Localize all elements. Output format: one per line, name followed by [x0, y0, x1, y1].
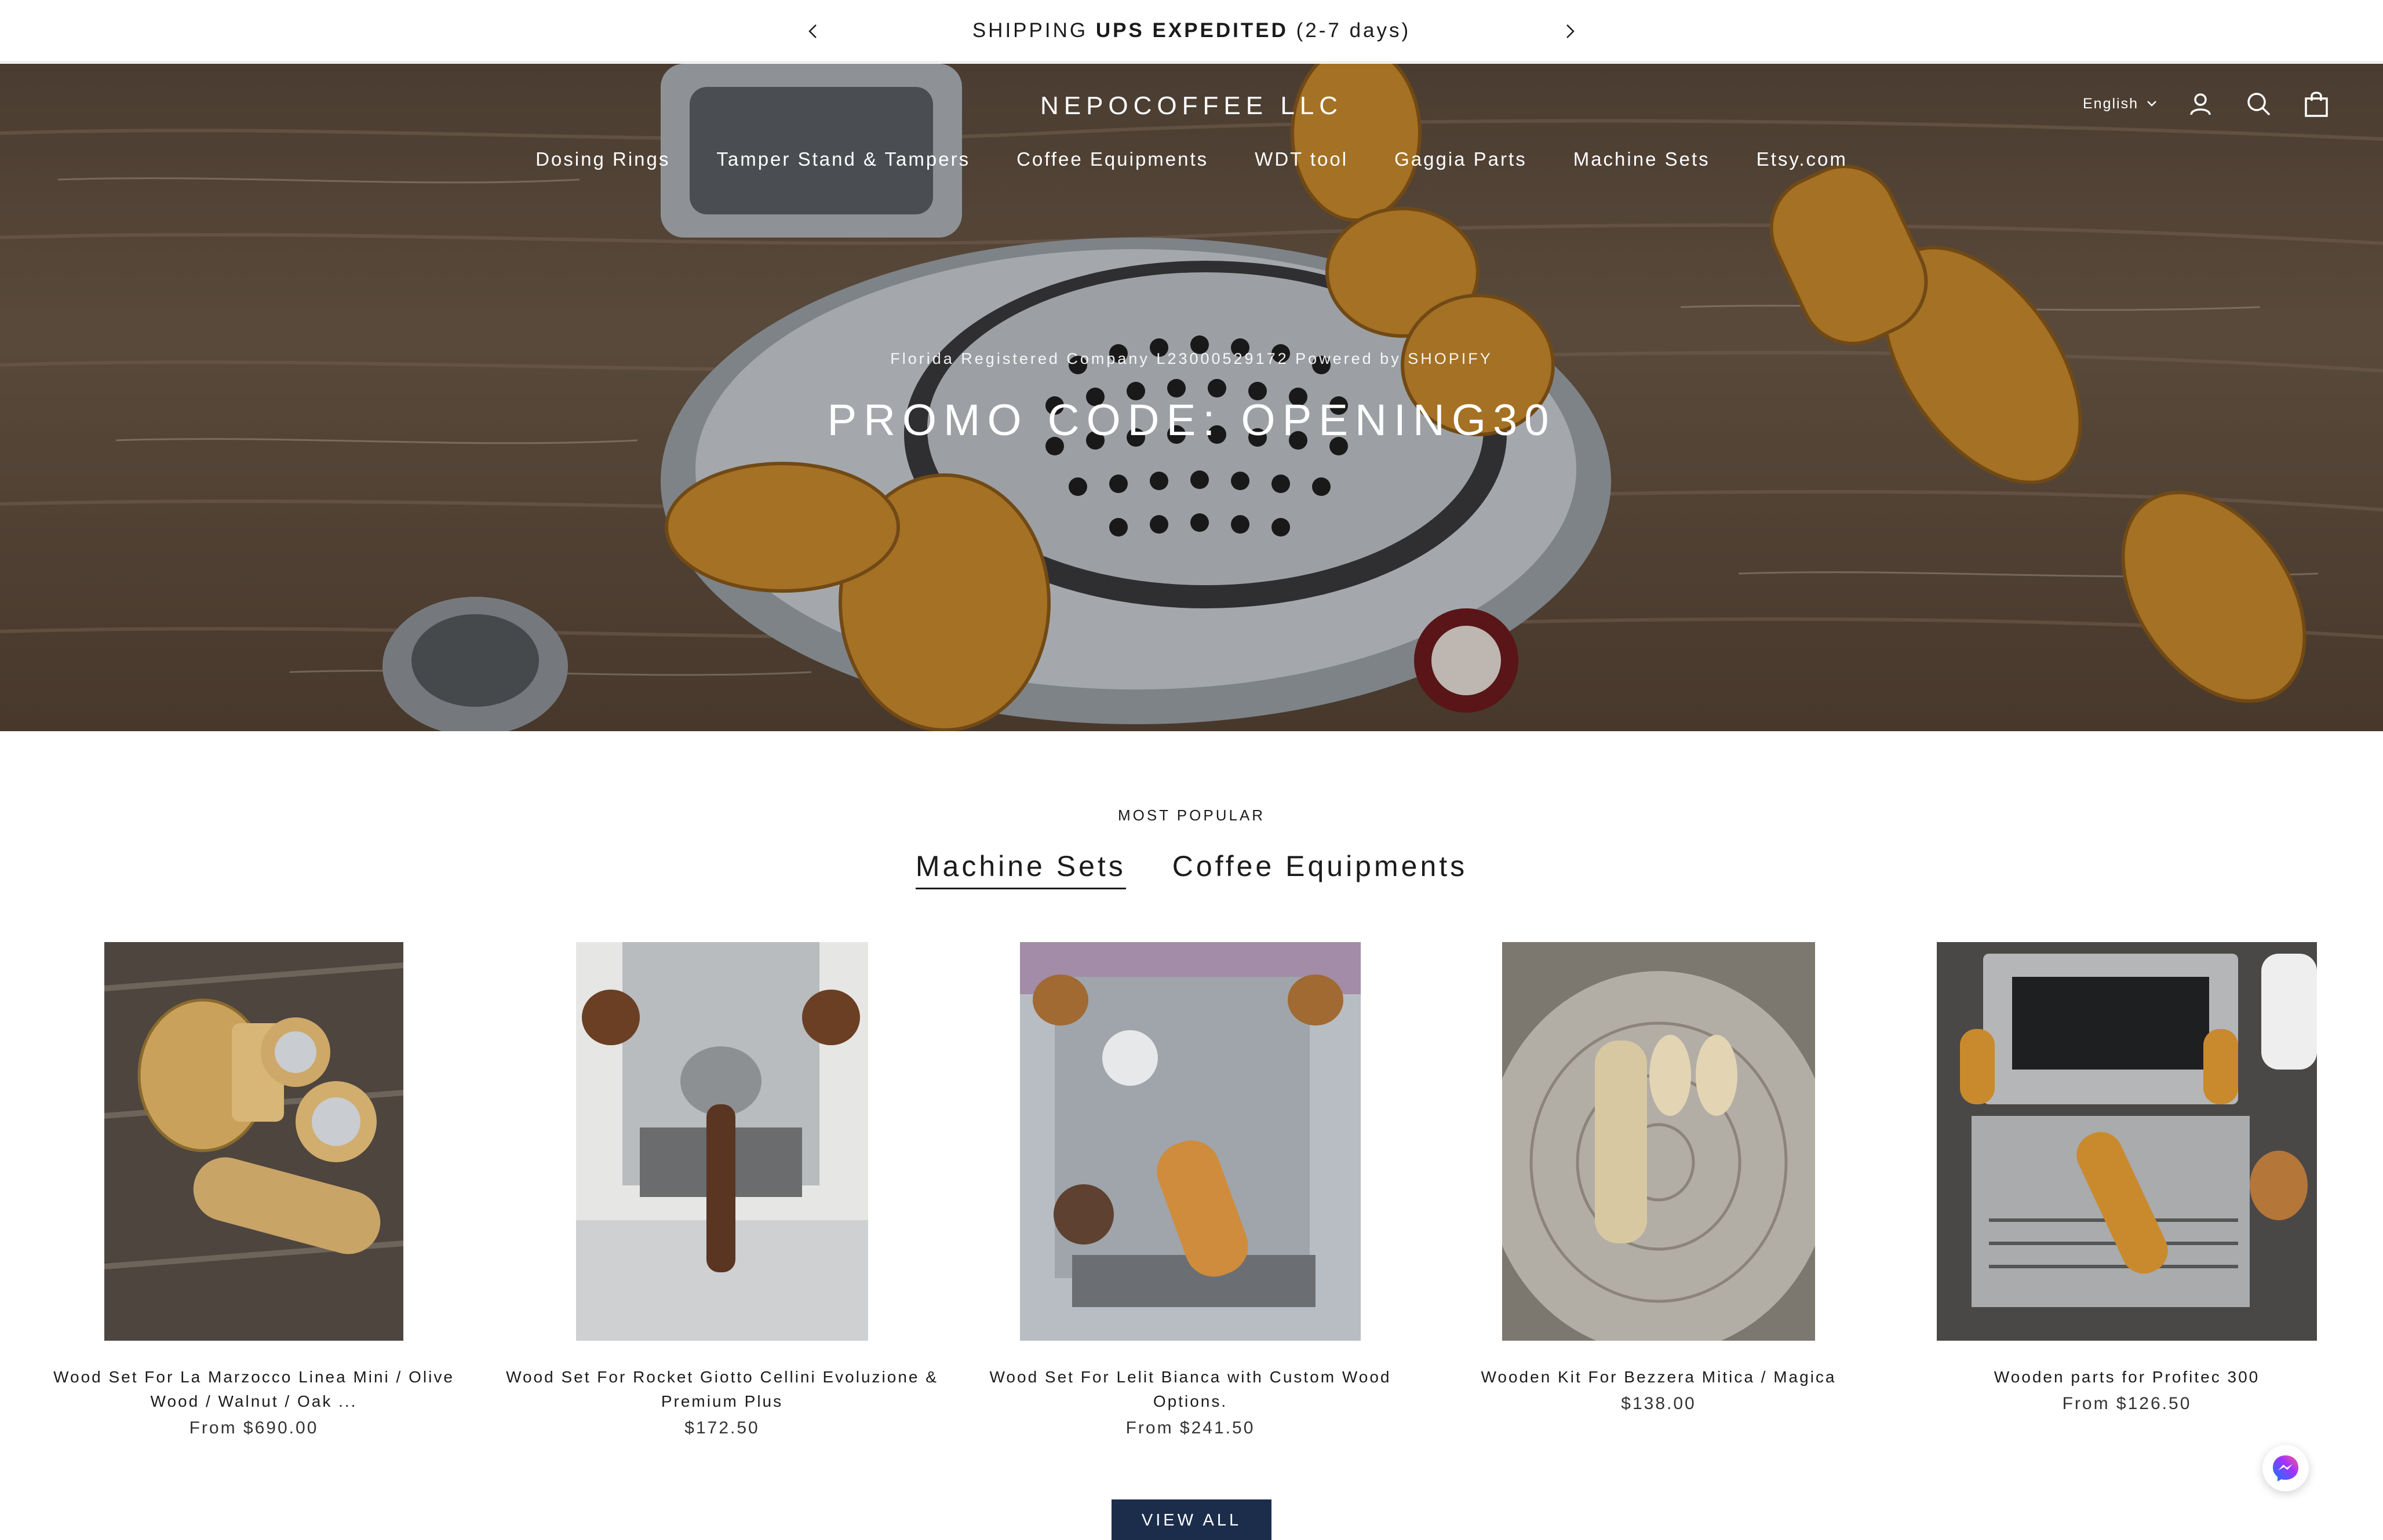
main-nav: Dosing Rings Tamper Stand & Tampers Coff…: [0, 148, 2383, 170]
chevron-down-icon: [2147, 101, 2156, 107]
product-title[interactable]: Wood Set For Rocket Giotto Cellini Evolu…: [488, 1365, 956, 1414]
nav-wdt-tool[interactable]: WDT tool: [1231, 148, 1371, 170]
nav-dosing-rings[interactable]: Dosing Rings: [512, 148, 693, 170]
nav-gaggia-parts[interactable]: Gaggia Parts: [1371, 148, 1550, 170]
product-title[interactable]: Wooden Kit For Bezzera Mitica / Magica: [1424, 1365, 1893, 1389]
header-tools: English: [2083, 89, 2331, 118]
nav-coffee-equipments[interactable]: Coffee Equipments: [993, 148, 1231, 170]
product-image[interactable]: [104, 942, 403, 1341]
product-card[interactable]: Wooden parts for Profitec 300 From $126.…: [1893, 942, 2361, 1414]
messenger-icon[interactable]: [2262, 1445, 2309, 1491]
product-card[interactable]: Wood Set For La Marzocco Linea Mini / Ol…: [20, 942, 488, 1438]
product-price: From $241.50: [1125, 1418, 1255, 1437]
product-price: From $690.00: [189, 1418, 319, 1437]
announcement-text: SHIPPING UPS EXPEDITED (2-7 days): [972, 19, 1411, 42]
product-card[interactable]: Wooden Kit For Bezzera Mitica / Magica $…: [1424, 942, 1893, 1414]
hero-subtitle: Florida Registered Company L23000529172 …: [890, 350, 1493, 367]
tab-coffee-equipments[interactable]: Coffee Equipments: [1172, 849, 1467, 889]
chevron-left-icon[interactable]: [800, 17, 828, 45]
product-grid: Wood Set For La Marzocco Linea Mini / Ol…: [0, 942, 2383, 1464]
product-card[interactable]: Wood Set For Rocket Giotto Cellini Evolu…: [488, 942, 956, 1438]
product-image[interactable]: [1020, 942, 1361, 1341]
language-selector[interactable]: English: [2083, 96, 2157, 112]
tab-machine-sets[interactable]: Machine Sets: [915, 849, 1126, 889]
product-price: $138.00: [1621, 1394, 1696, 1413]
chevron-right-icon[interactable]: [1555, 17, 1583, 45]
nav-machine-sets[interactable]: Machine Sets: [1550, 148, 1733, 170]
collection-tabs: Machine Sets Coffee Equipments: [0, 849, 2383, 889]
product-image[interactable]: [1502, 942, 1815, 1341]
hero-banner[interactable]: NEPOCOFFEE LLC English Dosing Rings Tamp…: [0, 64, 2383, 731]
product-image[interactable]: [1937, 942, 2317, 1341]
product-image[interactable]: [576, 942, 868, 1341]
announcement-bar: SHIPPING UPS EXPEDITED (2-7 days): [0, 0, 2383, 63]
product-title[interactable]: Wooden parts for Profitec 300: [1893, 1365, 2361, 1389]
product-title[interactable]: Wood Set For Lelit Bianca with Custom Wo…: [956, 1365, 1424, 1414]
store-logo[interactable]: NEPOCOFFEE LLC: [0, 92, 2383, 121]
nav-etsy[interactable]: Etsy.com: [1733, 148, 1871, 170]
product-price: From $126.50: [2062, 1394, 2192, 1413]
product-card[interactable]: Wood Set For Lelit Bianca with Custom Wo…: [956, 942, 1424, 1438]
product-title[interactable]: Wood Set For La Marzocco Linea Mini / Ol…: [20, 1365, 488, 1414]
section-eyebrow: MOST POPULAR: [1117, 807, 1266, 824]
view-all-button[interactable]: VIEW ALL: [1112, 1499, 1271, 1540]
product-price: $172.50: [684, 1418, 760, 1437]
language-label: English: [2083, 95, 2138, 112]
nav-tamper-stand[interactable]: Tamper Stand & Tampers: [693, 148, 993, 170]
user-icon[interactable]: [2186, 89, 2215, 118]
search-icon[interactable]: [2244, 89, 2273, 118]
bag-icon[interactable]: [2302, 89, 2331, 118]
hero-title: PROMO CODE: OPENING30: [827, 396, 1556, 445]
